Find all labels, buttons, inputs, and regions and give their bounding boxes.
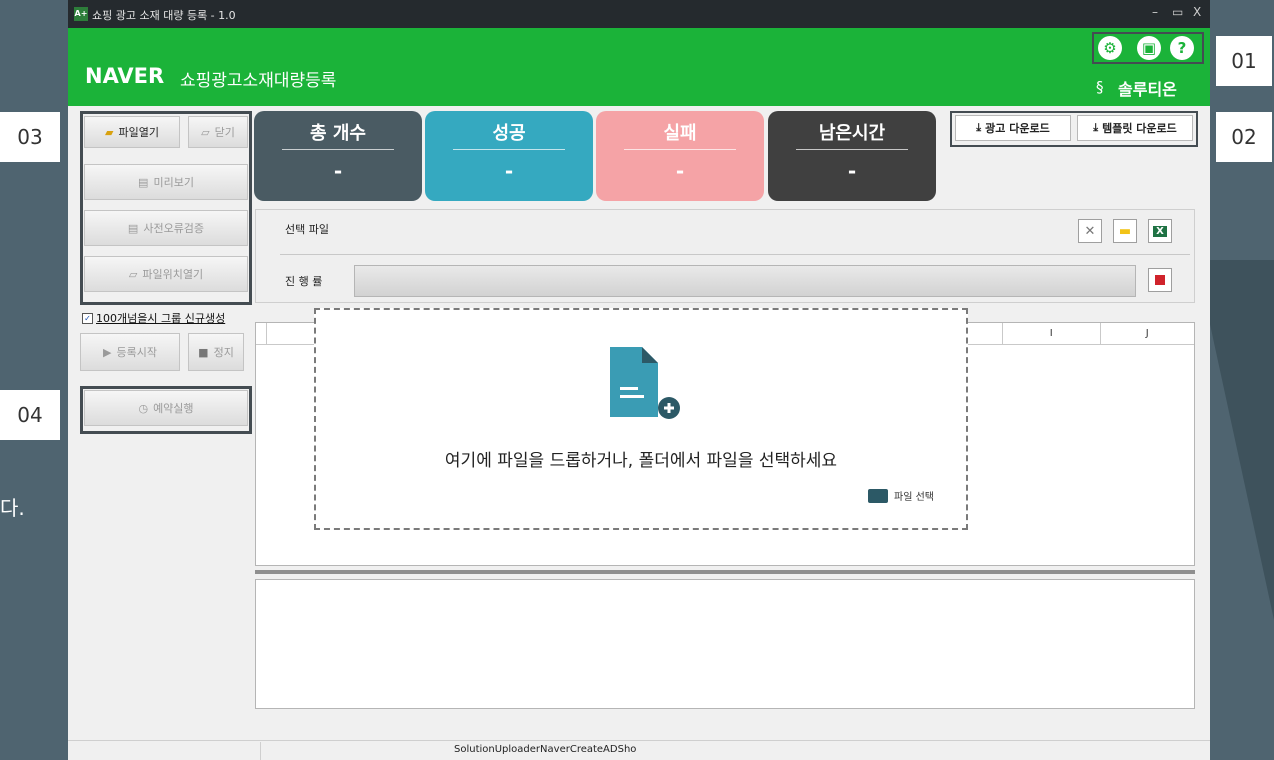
checkbox-label: 100개넘을시 그룹 신규생성 <box>96 312 226 325</box>
stat-divider <box>796 149 908 150</box>
splitter[interactable] <box>255 570 1195 574</box>
status-bar <box>68 740 1210 760</box>
folder-icon: ▬ <box>1118 223 1132 239</box>
stat-card-success: 성공 - <box>425 111 593 201</box>
log-area[interactable] <box>255 579 1195 709</box>
excel-button[interactable]: X <box>1148 219 1172 243</box>
stat-divider <box>624 149 736 150</box>
close-file-icon: ▱ <box>201 125 210 139</box>
title-bar: A+ 쇼핑 광고 소재 대량 등록 - 1.0 – ▭ X <box>68 0 1210 28</box>
brand-name: 솔루티온 <box>1118 80 1177 99</box>
preview-label: 미리보기 <box>153 176 194 189</box>
play-icon: ▶ <box>103 345 112 359</box>
app-icon: A+ <box>74 7 88 21</box>
stop-label: 정지 <box>213 346 234 359</box>
selected-file-label: 선택 파일 <box>285 223 329 236</box>
close-file-label: 닫기 <box>214 126 235 139</box>
download-icon: ⤓ <box>976 121 982 134</box>
column-header: I <box>1003 323 1101 345</box>
status-divider <box>260 742 261 760</box>
id-card-icon[interactable]: ▣ <box>1137 36 1161 60</box>
document-icon: ▤ <box>127 221 139 235</box>
clock-icon: ◷ <box>138 401 149 415</box>
progress-bar <box>354 265 1136 297</box>
open-file-button[interactable]: ▰ 파일열기 <box>84 116 180 148</box>
stat-value: - <box>504 159 514 183</box>
drop-instruction: 여기에 파일을 드롭하거나, 폴더에서 파일을 선택하세요 <box>444 451 838 471</box>
stat-value: - <box>847 159 857 183</box>
stop-progress-button[interactable] <box>1148 268 1172 292</box>
stat-label: 성공 <box>492 123 526 144</box>
app-subtitle: 쇼핑광고소재대량등록 <box>180 71 337 91</box>
select-file-label: 파일 선택 <box>894 492 934 503</box>
folder-icon: ▰ <box>105 125 114 139</box>
callout-02: 02 <box>1216 112 1272 162</box>
help-icon[interactable]: ? <box>1170 36 1194 60</box>
x-icon: ✕ <box>1084 223 1096 239</box>
checkbox[interactable]: ✓ <box>82 312 93 324</box>
open-location-label: 파일위치열기 <box>142 268 204 281</box>
stop-icon: ■ <box>198 345 209 359</box>
slide-side-text: 다. <box>0 496 25 520</box>
folder-icon <box>868 488 888 503</box>
stat-divider <box>282 149 394 150</box>
stat-value: - <box>675 159 685 183</box>
stat-label: 남은시간 <box>818 123 886 144</box>
callout-03: 03 <box>0 112 60 162</box>
minimize-button[interactable]: – <box>1152 5 1158 19</box>
progress-label: 진 행 률 <box>285 275 323 288</box>
open-folder-icon: ▱ <box>128 267 138 281</box>
preview-icon: ▤ <box>138 175 149 189</box>
callout-04: 04 <box>0 390 60 440</box>
row-header-cell <box>256 323 267 345</box>
stop-icon <box>1155 275 1165 285</box>
template-download-button[interactable]: ⤓ 템플릿 다운로드 <box>1077 115 1193 141</box>
gear-icon[interactable]: ⚙ <box>1098 36 1122 60</box>
browse-folder-button[interactable]: ▬ <box>1113 219 1137 243</box>
maximize-button[interactable]: ▭ <box>1172 5 1183 19</box>
stat-value: - <box>333 159 343 183</box>
close-file-button[interactable]: ▱ 닫기 <box>188 116 248 148</box>
excel-icon: X <box>1153 225 1167 237</box>
file-add-icon <box>610 347 680 419</box>
stat-card-total: 총 개수 - <box>254 111 422 201</box>
stat-label: 실패 <box>663 123 697 144</box>
slide-decoration-shape <box>1200 260 1274 620</box>
window-title: 쇼핑 광고 소재 대량 등록 - 1.0 <box>92 9 236 22</box>
callout-01: 01 <box>1216 36 1272 86</box>
column-header: J <box>1145 328 1149 339</box>
schedule-label: 예약실행 <box>153 402 194 415</box>
open-location-button[interactable]: ▱ 파일위치열기 <box>84 256 248 292</box>
stat-card-remaining: 남은시간 - <box>768 111 936 201</box>
stat-card-fail: 실패 - <box>596 111 764 201</box>
new-group-checkbox-row[interactable]: ✓ 100개넘을시 그룹 신규생성 <box>82 310 225 326</box>
app-window: A+ 쇼핑 광고 소재 대량 등록 - 1.0 – ▭ X NAVER 쇼핑광고… <box>68 0 1210 760</box>
template-download-label: 템플릿 다운로드 <box>1102 122 1177 135</box>
start-label: 등록시작 <box>116 346 157 359</box>
download-icon: ⤓ <box>1093 121 1099 134</box>
pre-check-button[interactable]: ▤ 사전오류검증 <box>84 210 248 246</box>
panel-divider <box>280 254 1190 255</box>
pre-check-label: 사전오류검증 <box>143 222 205 235</box>
app-header: NAVER 쇼핑광고소재대량등록 ⚙ ▣ ? § 솔루티온 <box>68 28 1210 106</box>
stat-divider <box>453 149 565 150</box>
stop-button[interactable]: ■ 정지 <box>188 333 244 371</box>
close-button[interactable]: X <box>1193 5 1201 19</box>
open-file-label: 파일열기 <box>118 126 159 139</box>
status-text: SolutionUploaderNaverCreateADSho <box>454 744 637 755</box>
select-file-link[interactable]: 파일 선택 <box>868 488 934 503</box>
clear-file-button[interactable]: ✕ <box>1078 219 1102 243</box>
preview-button[interactable]: ▤ 미리보기 <box>84 164 248 200</box>
start-button[interactable]: ▶ 등록시작 <box>80 333 180 371</box>
naver-logo: NAVER <box>85 64 165 88</box>
ad-download-button[interactable]: ⤓ 광고 다운로드 <box>955 115 1071 141</box>
stat-label: 총 개수 <box>310 123 366 144</box>
ad-download-label: 광고 다운로드 <box>985 122 1050 135</box>
brand-icon: § <box>1096 78 1104 96</box>
schedule-button[interactable]: ◷ 예약실행 <box>84 390 248 426</box>
